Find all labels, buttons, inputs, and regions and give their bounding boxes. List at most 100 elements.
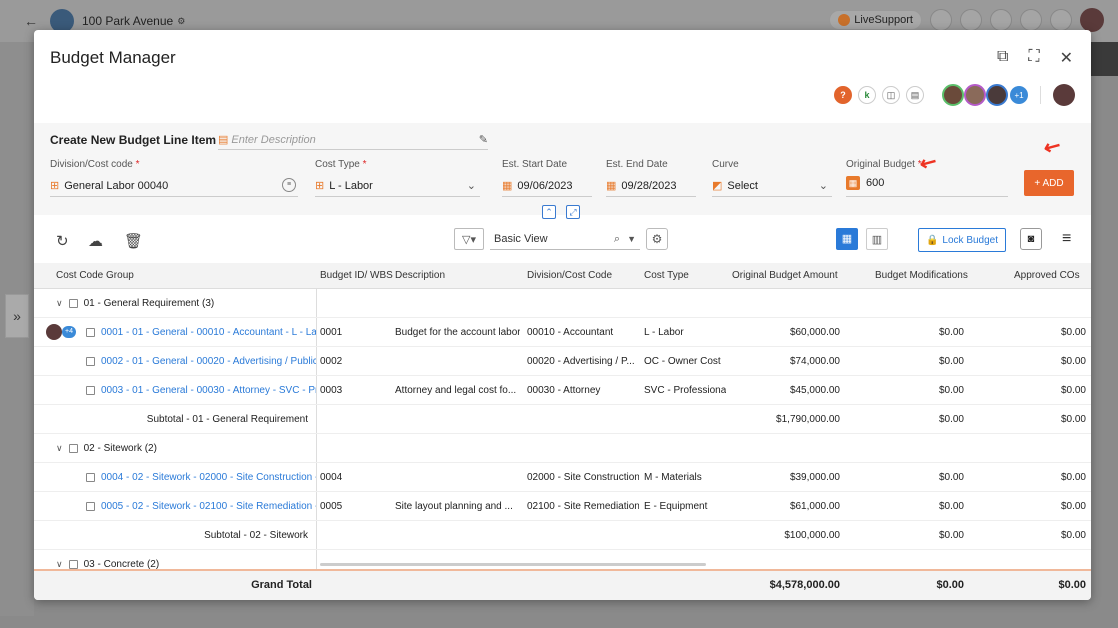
header-tool-icon-1[interactable] xyxy=(930,9,952,31)
division-icon: ⊞ xyxy=(50,180,60,192)
row-checkbox[interactable] xyxy=(68,559,78,569)
column-header[interactable]: Budget Modifications xyxy=(875,263,968,289)
horizontal-scrollbar[interactable] xyxy=(320,563,706,566)
collaborator-avatar[interactable] xyxy=(964,84,986,106)
collapse-form-icon[interactable]: ⌃ xyxy=(542,205,556,219)
delete-icon[interactable]: 🗑 xyxy=(124,232,143,250)
grid-toolbar: ↻ ☁ 🗑 ▽▾ Basic View ⌕ ▼ ⚙ ▦ ▥ 🔒 Lock Budget… xyxy=(34,222,1091,262)
cost-type-select[interactable]: ⊞ L - Labor ⌄ xyxy=(315,177,480,197)
row-checkbox[interactable] xyxy=(68,443,78,453)
refresh-icon[interactable]: ↻ xyxy=(56,232,69,250)
add-button[interactable]: + ADD xyxy=(1024,170,1074,196)
list-picker-icon[interactable]: ≡ xyxy=(282,178,296,192)
row-checkbox[interactable] xyxy=(86,501,95,511)
group-row[interactable]: ∨ 03 - Concrete (2) xyxy=(34,550,1091,569)
cost-code-link[interactable]: 0003 - 01 - General - 00030 - Attorney -… xyxy=(101,385,316,396)
group-label: 02 - Sitework (2) xyxy=(83,443,157,454)
start-date-label: Est. Start Date xyxy=(502,159,568,170)
row-checkbox[interactable] xyxy=(68,298,78,308)
table-row[interactable]: 0002 - 01 - General - 00020 - Advertisin… xyxy=(34,347,1091,376)
cost-code-link[interactable]: 0002 - 01 - General - 00020 - Advertisin… xyxy=(101,356,316,367)
column-header[interactable]: Description xyxy=(395,263,445,289)
current-user-avatar[interactable] xyxy=(1053,84,1075,106)
collaborator-avatar[interactable] xyxy=(986,84,1008,106)
row-checkbox[interactable] xyxy=(86,356,95,366)
header-tool-icon-4[interactable] xyxy=(1020,9,1042,31)
notes-icon[interactable]: ▤ xyxy=(906,86,924,104)
table-row[interactable]: 0003 - 01 - General - 00030 - Attorney -… xyxy=(34,376,1091,405)
k-app-icon[interactable]: k xyxy=(858,86,876,104)
end-date-field[interactable]: ▦ 09/28/2023 xyxy=(606,177,696,197)
open-external-icon[interactable]: ⧉ xyxy=(997,48,1008,68)
snapshot-camera-icon[interactable]: ◙ xyxy=(1020,228,1042,250)
lock-budget-button[interactable]: 🔒 Lock Budget xyxy=(918,228,1006,252)
collaborator-avatar[interactable] xyxy=(942,84,964,106)
project-settings-icon[interactable]: ⚙ xyxy=(177,16,185,27)
more-collaborators-badge[interactable]: +1 xyxy=(1010,86,1028,104)
subtotal-original: $1,790,000.00 xyxy=(776,414,840,425)
chart-view-toggle[interactable]: ▥ xyxy=(866,228,888,250)
side-panel-expand-icon[interactable]: » xyxy=(5,294,29,338)
fullscreen-icon[interactable]: ⛶ xyxy=(1028,48,1039,68)
column-header[interactable]: Budget ID/ WBS xyxy=(320,263,393,289)
table-row[interactable]: 0004 - 02 - Sitework - 02000 - Site Cons… xyxy=(34,463,1091,492)
calculator-icon: ▦ xyxy=(846,176,860,190)
pin-form-icon[interactable]: ⤢ xyxy=(566,205,580,219)
grand-total-modifications: $0.00 xyxy=(936,579,964,591)
more-assignees-badge[interactable]: +4 xyxy=(62,326,76,338)
filter-button[interactable]: ▽▾ xyxy=(454,228,484,250)
menu-icon[interactable]: ≡ xyxy=(1062,230,1071,248)
grid-view-toggle[interactable]: ▦ xyxy=(836,228,858,250)
close-icon[interactable]: ✕ xyxy=(1060,48,1073,68)
calendar-icon: ▦ xyxy=(606,180,617,192)
cost-code-link[interactable]: 0001 - 01 - General - 00010 - Accountant… xyxy=(101,327,316,338)
row-checkbox[interactable] xyxy=(86,385,95,395)
live-support-button[interactable]: LiveSupport xyxy=(829,10,922,30)
column-header[interactable]: Original Budget Amount xyxy=(732,263,838,289)
project-name[interactable]: 100 Park Avenue xyxy=(82,14,173,28)
group-row[interactable]: ∨ 02 - Sitework (2) xyxy=(34,434,1091,463)
row-checkbox[interactable] xyxy=(86,472,95,482)
cost-code-link[interactable]: 0004 - 02 - Sitework - 02000 - Site Cons… xyxy=(101,472,316,483)
column-header[interactable]: Division/Cost Code xyxy=(527,263,612,289)
view-settings-icon[interactable]: ⚙ xyxy=(646,228,668,250)
user-avatar[interactable] xyxy=(1080,8,1104,32)
lock-icon: 🔒 xyxy=(925,234,939,246)
edit-pencil-icon[interactable]: ✎ xyxy=(479,133,488,146)
table-row[interactable]: 0005 - 02 - Sitework - 02100 - Site Reme… xyxy=(34,492,1091,521)
budget-id-cell: 0005 xyxy=(320,501,343,512)
table-row[interactable]: +4 0001 - 01 - General - 00010 - Account… xyxy=(34,318,1091,347)
approved-cos-cell: $0.00 xyxy=(1060,356,1086,367)
chevron-down-icon[interactable]: ∨ xyxy=(56,443,63,453)
division-cell: 02000 - Site Construction xyxy=(527,472,639,483)
modifications-cell: $0.00 xyxy=(938,501,964,512)
view-select[interactable]: Basic View ⌕ ▼ xyxy=(490,228,640,250)
back-arrow-icon[interactable]: ← xyxy=(24,13,38,29)
header-tool-icon-5[interactable] xyxy=(1050,9,1072,31)
budget-id-cell: 0003 xyxy=(320,385,343,396)
chevron-down-icon[interactable]: ∨ xyxy=(56,559,63,569)
column-header[interactable]: Approved COs xyxy=(1014,263,1080,289)
comments-icon[interactable]: ◫ xyxy=(882,86,900,104)
description-input[interactable]: ▤ Enter Description ✎ xyxy=(218,133,488,150)
division-cell: 00030 - Attorney xyxy=(527,385,601,396)
cost-code-link[interactable]: 0005 - 02 - Sitework - 02100 - Site Reme… xyxy=(101,501,316,512)
modal-window-controls: ⧉ ⛶ ✕ xyxy=(997,48,1073,68)
column-header[interactable]: Cost Code Group xyxy=(56,263,134,289)
upload-cloud-icon[interactable]: ☁ xyxy=(88,232,103,250)
modal-title: Budget Manager xyxy=(50,48,176,67)
group-row[interactable]: ∨ 01 - General Requirement (3) xyxy=(34,289,1091,318)
subtotal-approved-cos: $0.00 xyxy=(1060,530,1086,541)
start-date-field[interactable]: ▦ 09/06/2023 xyxy=(502,177,592,197)
assignee-avatar[interactable] xyxy=(46,324,62,340)
chevron-down-icon[interactable]: ∨ xyxy=(56,298,63,308)
help-icon[interactable]: ? xyxy=(834,86,852,104)
row-checkbox[interactable] xyxy=(86,327,95,337)
header-tool-icon-3[interactable] xyxy=(990,9,1012,31)
curve-select[interactable]: ◩ Select ⌄ xyxy=(712,177,832,197)
header-tool-icon-2[interactable] xyxy=(960,9,982,31)
division-cost-code-field[interactable]: ⊞ General Labor 00040 ≡ xyxy=(50,177,298,197)
column-header[interactable]: Cost Type xyxy=(644,263,689,289)
original-budget-input[interactable]: ▦ 600 xyxy=(846,174,1008,197)
budget-id-cell: 0004 xyxy=(320,472,343,483)
